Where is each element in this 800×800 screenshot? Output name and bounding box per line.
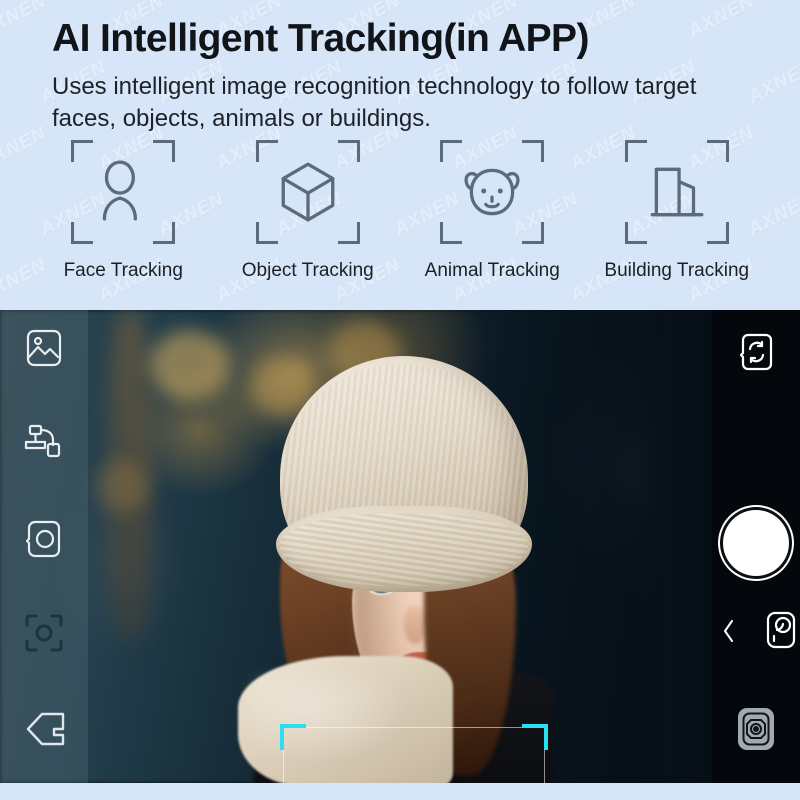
bracket-top-left-icon — [624, 140, 647, 162]
feature-label: Face Tracking — [63, 260, 183, 281]
buildings-icon — [650, 167, 704, 217]
video-record-icon — [766, 611, 796, 649]
bracket-top-left-icon — [440, 140, 463, 162]
scene-bokeh-dot — [95, 460, 151, 512]
bracket-bottom-left-icon — [255, 222, 278, 244]
bracket-bottom-left-icon — [440, 222, 463, 244]
video-record-button[interactable] — [764, 610, 798, 650]
ai-tracking-icon — [25, 614, 63, 652]
switch-camera-icon — [739, 333, 773, 371]
bracket-top-left-icon — [71, 140, 94, 162]
feature-building-tracking[interactable]: Building Tracking — [598, 140, 757, 282]
person-face-icon — [103, 160, 138, 221]
tracking-corner-top-left-icon — [280, 724, 306, 750]
header-banner: AXNEN AXNEN AXNEN AXNEN AXNEN AXNEN AXNEN AXNEN… — [0, 0, 800, 310]
feature-label: Building Tracking — [604, 260, 750, 281]
scene-bokeh-dot — [150, 330, 230, 400]
settings-capture-button[interactable] — [738, 708, 774, 750]
settings-capture-icon — [742, 712, 770, 746]
bracket-bottom-left-icon — [71, 222, 94, 244]
page-root: AXNEN AXNEN AXNEN AXNEN AXNEN AXNEN AXNEN AXNEN… — [0, 0, 800, 800]
page-subtitle: Uses intelligent image recognition techn… — [52, 73, 697, 132]
camera-scene-photo — [0, 310, 800, 783]
feature-icon-frame — [440, 140, 545, 244]
person-nose — [404, 606, 426, 644]
bracket-top-right-icon — [337, 140, 360, 162]
shutter-button[interactable] — [723, 510, 789, 576]
left-control-rail — [0, 310, 88, 783]
bracket-top-right-icon — [706, 140, 729, 162]
ai-tracking-button[interactable] — [24, 613, 64, 653]
bracket-top-left-icon — [255, 140, 278, 162]
feature-label: Object Tracking — [241, 260, 374, 281]
chevron-left-icon — [724, 620, 733, 642]
ptz-control-button[interactable] — [23, 423, 65, 463]
feature-animal-tracking[interactable]: Animal Tracking — [413, 140, 572, 282]
bracket-bottom-right-icon — [706, 222, 729, 244]
hat-brim-texture — [280, 514, 528, 586]
face-tracking-frame[interactable] — [280, 724, 548, 783]
feature-face-tracking[interactable]: Face Tracking — [44, 140, 203, 282]
bear-animal-icon — [464, 168, 520, 216]
header-text-block: AI Intelligent Tracking(in APP) Uses int… — [0, 0, 800, 134]
bottom-strip — [0, 783, 800, 800]
bracket-top-right-icon — [522, 140, 545, 162]
tracked-person — [228, 356, 558, 783]
feature-icon-frame — [255, 140, 360, 244]
camera-mode-icon — [26, 520, 61, 558]
back-exit-button[interactable] — [22, 708, 66, 750]
camera-viewfinder — [0, 310, 800, 783]
bracket-bottom-left-icon — [624, 222, 647, 244]
bracket-top-right-icon — [153, 140, 176, 162]
feature-icon-frame — [71, 140, 176, 244]
camera-mode-button[interactable] — [26, 518, 62, 560]
gallery-button[interactable] — [25, 328, 63, 368]
bracket-bottom-right-icon — [522, 222, 545, 244]
feature-list: Face Tracking Object Tracking Animal Tra… — [0, 140, 800, 282]
back-exit-icon — [26, 712, 65, 746]
tracking-corner-top-right-icon — [522, 724, 548, 750]
page-title: AI Intelligent Tracking(in APP) — [52, 17, 589, 60]
gallery-icon — [26, 329, 62, 367]
feature-object-tracking[interactable]: Object Tracking — [229, 140, 388, 282]
bracket-bottom-right-icon — [153, 222, 176, 244]
collapse-chevron-button[interactable] — [722, 618, 736, 644]
right-control-rail — [712, 310, 800, 783]
switch-camera-button[interactable] — [739, 332, 773, 372]
icon-plate — [738, 708, 774, 750]
feature-icon-frame — [624, 140, 729, 244]
ptz-control-icon — [24, 424, 61, 458]
cube-object-icon — [281, 162, 335, 222]
bracket-bottom-right-icon — [337, 222, 360, 244]
feature-label: Animal Tracking — [424, 260, 560, 281]
